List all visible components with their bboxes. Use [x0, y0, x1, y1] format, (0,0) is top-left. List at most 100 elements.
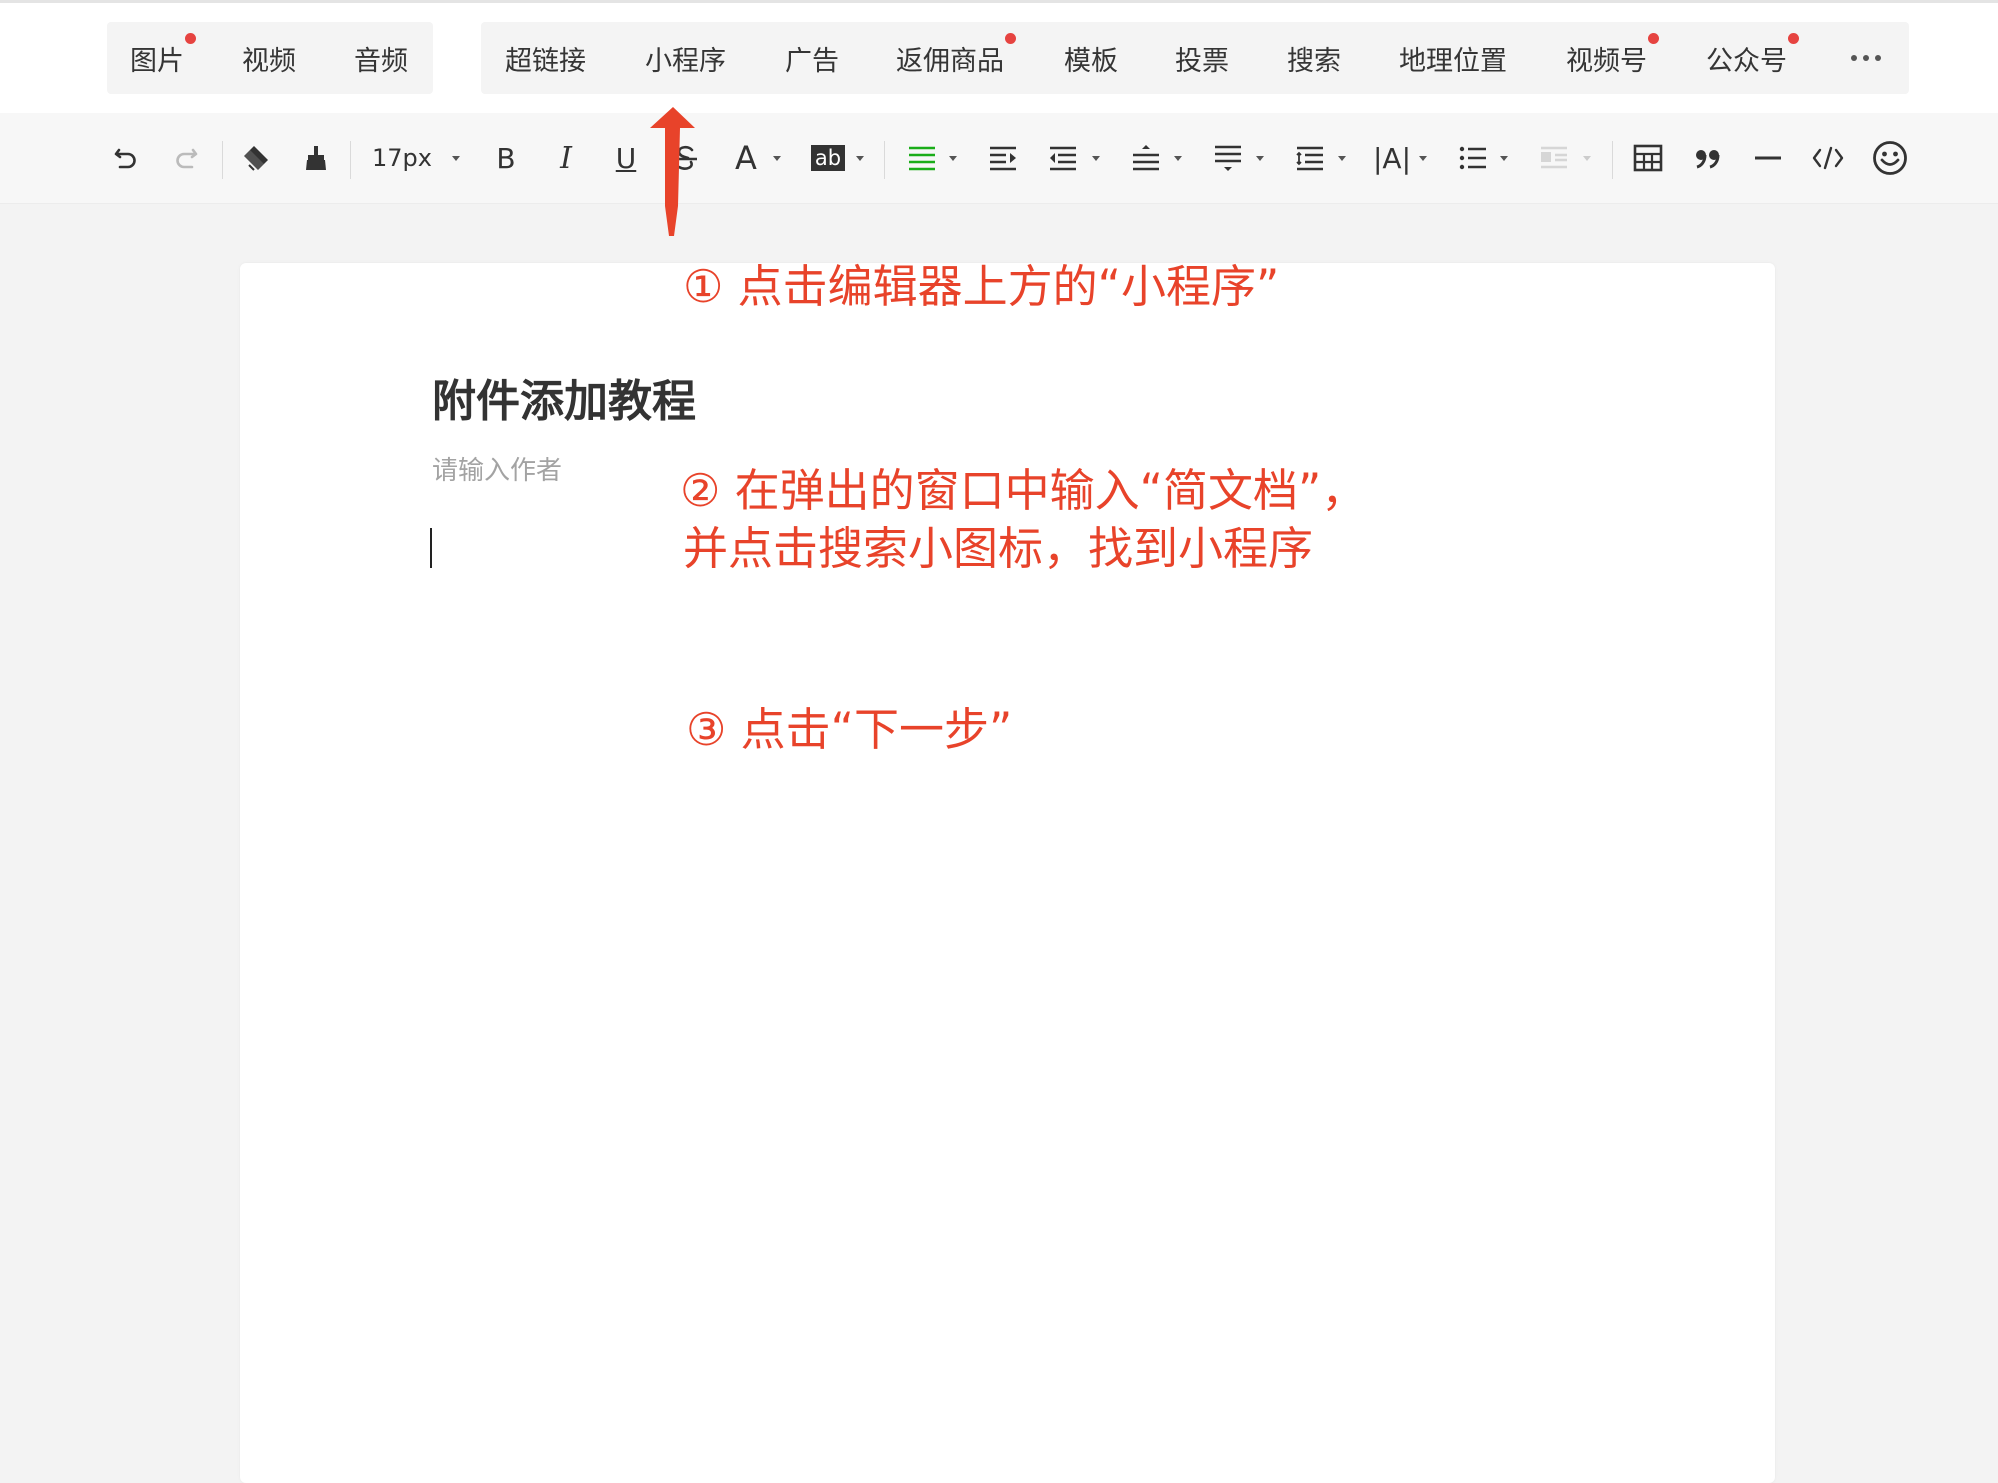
- menu-search-label: 搜索: [1287, 45, 1341, 77]
- annotation-step-2-line-1: ② 在弹出的窗口中输入“简文档”，: [680, 464, 1367, 517]
- code-icon: [1812, 146, 1844, 170]
- emoji-button[interactable]: [1870, 113, 1910, 203]
- menu-search[interactable]: 搜索: [1287, 39, 1341, 78]
- menu-ad-label: 广告: [785, 45, 839, 77]
- clear-format-button[interactable]: [238, 113, 274, 203]
- align-left-icon: [909, 146, 935, 171]
- float-button[interactable]: [1536, 113, 1572, 203]
- italic-label: I: [560, 140, 572, 176]
- menu-hyperlink[interactable]: 超链接: [505, 39, 586, 78]
- chevron-down-icon: [773, 156, 781, 161]
- chevron-down-icon: [452, 156, 460, 161]
- table-button[interactable]: [1630, 113, 1666, 203]
- article-title[interactable]: 附件添加教程: [432, 365, 696, 429]
- menu-hyperlink-label: 超链接: [505, 45, 586, 77]
- menu-mini-program[interactable]: 小程序: [645, 39, 726, 78]
- strikethrough-button[interactable]: [668, 113, 704, 203]
- outdent-icon: [1050, 146, 1076, 171]
- chevron-down-icon: [856, 156, 864, 161]
- quote-icon: [1696, 150, 1720, 169]
- notification-dot: [1788, 32, 1799, 44]
- list-button[interactable]: [1455, 113, 1491, 203]
- menu-official-account[interactable]: 公众号: [1706, 32, 1799, 78]
- horizontal-rule-icon: [1755, 156, 1781, 160]
- menu-vote-label: 投票: [1175, 45, 1229, 77]
- align-button[interactable]: [904, 113, 940, 203]
- horizontal-rule-button[interactable]: [1750, 113, 1786, 203]
- menu-mini-program-label: 小程序: [645, 45, 726, 77]
- font-color-button[interactable]: A: [728, 113, 764, 203]
- menu-channels[interactable]: 视频号: [1566, 32, 1659, 78]
- indent-button[interactable]: [985, 113, 1021, 203]
- spacing-after-button[interactable]: [1210, 113, 1246, 203]
- float-layout-icon: [1541, 146, 1567, 169]
- format-painter-button[interactable]: [298, 113, 334, 203]
- bullet-list-icon: [1459, 146, 1486, 170]
- content-insert-group: 超链接 小程序 广告 返佣商品 模板 投票 搜索 地理位置 视频号 公众号: [481, 22, 1909, 94]
- undo-button[interactable]: [108, 113, 144, 203]
- notification-dot: [185, 32, 196, 44]
- menu-location-label: 地理位置: [1399, 45, 1507, 77]
- background-color-button[interactable]: ab: [808, 113, 848, 203]
- menu-image[interactable]: 图片: [130, 32, 196, 78]
- eraser-icon: [244, 146, 268, 171]
- font-size-value: 17px: [372, 144, 432, 172]
- strikethrough-icon: [675, 145, 697, 170]
- annotation-step-2-line-2: 并点击搜索小图标，找到小程序: [683, 522, 1314, 575]
- chevron-down-icon: [1500, 156, 1508, 161]
- toolbar-divider: [350, 141, 351, 179]
- font-size-select[interactable]: 17px: [372, 113, 444, 203]
- media-insert-group: 图片 视频 音频: [107, 22, 433, 94]
- editor-document[interactable]: [240, 263, 1775, 1483]
- spacing-before-button[interactable]: [1128, 113, 1164, 203]
- bold-label: B: [496, 141, 516, 175]
- background-color-label: ab: [810, 145, 846, 171]
- redo-button[interactable]: [168, 113, 204, 203]
- code-button[interactable]: [1810, 113, 1846, 203]
- redo-icon: [176, 148, 198, 169]
- italic-button[interactable]: I: [548, 113, 584, 203]
- emoji-smile-icon: [1873, 141, 1907, 175]
- letter-spacing-button[interactable]: |A|: [1372, 113, 1412, 203]
- menu-ad[interactable]: 广告: [785, 39, 839, 78]
- menu-channels-label: 视频号: [1566, 45, 1647, 77]
- text-cursor: [430, 528, 432, 568]
- author-input[interactable]: 请输入作者: [432, 450, 562, 487]
- menu-template[interactable]: 模板: [1064, 39, 1118, 78]
- line-height-button[interactable]: [1292, 113, 1328, 203]
- format-toolbar: 17px B I U A ab |A|: [0, 113, 1998, 204]
- annotation-step-3: ③ 点击“下一步”: [686, 703, 1013, 756]
- spacing-after-icon: [1215, 145, 1241, 171]
- paragraph-indent-button[interactable]: [1045, 113, 1081, 203]
- letter-spacing-label: |A|: [1372, 141, 1412, 175]
- toolbar-divider: [222, 141, 223, 179]
- menu-audio-label: 音频: [354, 45, 408, 77]
- menu-video[interactable]: 视频: [242, 39, 296, 78]
- menu-audio[interactable]: 音频: [354, 39, 408, 78]
- menu-vote[interactable]: 投票: [1175, 39, 1229, 78]
- toolbar-divider: [1612, 141, 1613, 179]
- bold-button[interactable]: B: [488, 113, 524, 203]
- chevron-down-icon: [1092, 156, 1100, 161]
- menu-template-label: 模板: [1064, 45, 1118, 77]
- menu-rebate-goods[interactable]: 返佣商品: [896, 32, 1016, 78]
- spacing-before-icon: [1133, 145, 1159, 171]
- more-icon[interactable]: [1851, 55, 1881, 61]
- notification-dot: [1648, 32, 1659, 44]
- table-icon: [1633, 144, 1663, 172]
- underline-label: U: [615, 141, 637, 175]
- quote-button[interactable]: [1690, 113, 1726, 203]
- chevron-down-icon: [949, 156, 957, 161]
- menu-video-label: 视频: [242, 45, 296, 77]
- underline-button[interactable]: U: [608, 113, 644, 203]
- menu-location[interactable]: 地理位置: [1399, 39, 1507, 78]
- menu-image-label: 图片: [130, 45, 184, 77]
- annotation-step-1: ① 点击编辑器上方的“小程序”: [683, 260, 1280, 313]
- chevron-down-icon: [1419, 156, 1427, 161]
- insert-menu-bar: 图片 视频 音频 超链接 小程序 广告 返佣商品 模板 投票 搜索 地理位置 视…: [0, 3, 1998, 113]
- notification-dot: [1005, 32, 1016, 44]
- font-color-label: A: [735, 139, 757, 177]
- chevron-down-icon: [1583, 156, 1591, 161]
- undo-icon: [114, 148, 136, 169]
- chevron-down-icon: [1338, 156, 1346, 161]
